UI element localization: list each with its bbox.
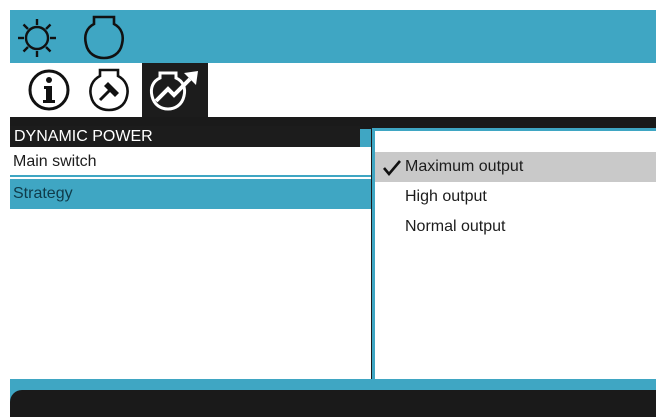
option-label: Maximum output (405, 158, 524, 175)
option-label: Normal output (405, 218, 506, 235)
option-label: High output (405, 188, 487, 205)
settings-menu: Main switch Strategy (10, 147, 372, 379)
info-icon (27, 68, 71, 112)
menu-item-main-switch[interactable]: Main switch (10, 147, 372, 177)
machine-display: DYNAMIC POWER Main switch Strategy Maxim… (10, 10, 656, 417)
option-normal-output[interactable]: Normal output (375, 212, 656, 242)
menu-item-label: Main switch (13, 153, 97, 170)
section-title: DYNAMIC POWER (10, 126, 360, 147)
sun-gear-icon[interactable] (16, 17, 58, 64)
engine-hammer-icon (86, 67, 132, 113)
dynamic-power-icon (146, 65, 204, 115)
strategy-dropdown: Maximum output High output Normal output (372, 128, 656, 388)
option-maximum-output[interactable]: Maximum output (375, 152, 656, 182)
tab-bar (10, 63, 656, 117)
checkmark-icon (383, 158, 401, 177)
menu-item-strategy[interactable]: Strategy (10, 179, 372, 209)
tab-info[interactable] (22, 63, 76, 117)
option-high-output[interactable]: High output (375, 182, 656, 212)
engine-bulb-icon[interactable] (82, 14, 126, 65)
bottom-bar (10, 390, 656, 417)
tab-dynamic-power[interactable] (142, 63, 208, 117)
tab-engine-service[interactable] (82, 63, 136, 117)
top-status-bar (10, 10, 656, 63)
bottom-divider (10, 379, 656, 390)
menu-item-label: Strategy (13, 185, 73, 202)
